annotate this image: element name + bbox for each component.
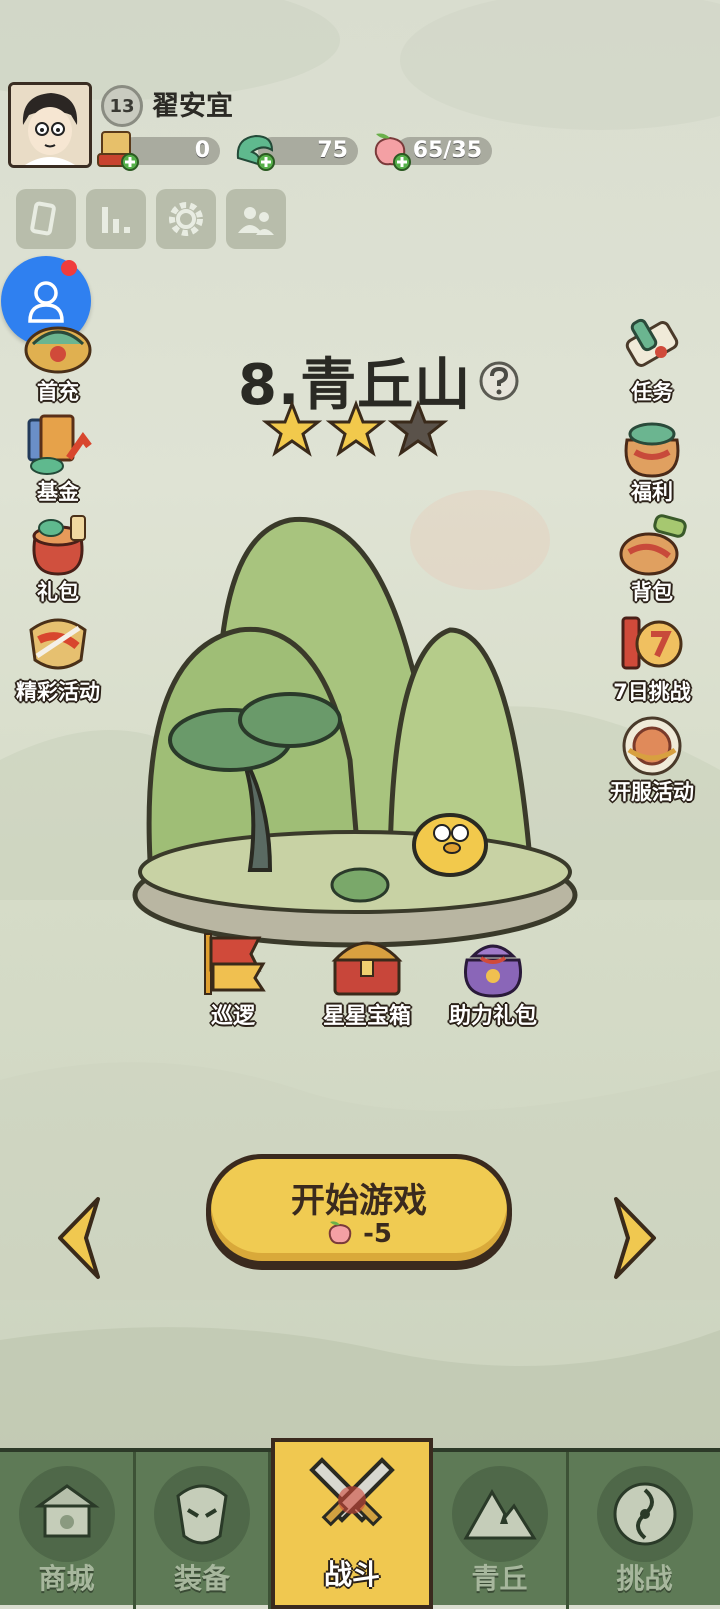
star-chest-icon: [331, 941, 403, 996]
settings-icon: [169, 202, 203, 236]
star-2-icon: [325, 400, 387, 457]
fund-icon: [27, 414, 92, 475]
prev-stage-arrow-icon[interactable]: [54, 1195, 104, 1281]
challenge-icon: [596, 1466, 693, 1562]
right-menu-server-launch[interactable]: 开服活动: [602, 710, 702, 806]
nav-tab-battle[interactable]: 战斗: [271, 1438, 433, 1609]
start-cost: -5: [211, 1219, 507, 1249]
seven-day-challenge-icon: [621, 616, 683, 670]
cards-button[interactable]: [16, 189, 76, 249]
help-icon[interactable]: [478, 360, 520, 402]
next-stage-arrow-icon[interactable]: [610, 1195, 660, 1281]
start-game-button[interactable]: 开始游戏 -5: [206, 1154, 512, 1266]
gift-bag-icon: [32, 515, 86, 576]
ranking-icon: [102, 207, 130, 233]
left-menu-events[interactable]: 精彩活动: [8, 610, 108, 706]
jade-dragon-icon[interactable]: [232, 128, 278, 172]
first-recharge-icon: [24, 326, 92, 374]
nav-tab-qingqiu[interactable]: 青丘: [433, 1452, 569, 1609]
battle-swords-icon: [309, 1457, 395, 1527]
left-menu-first-recharge[interactable]: 首充: [8, 310, 108, 406]
server-launch-icon: [622, 716, 682, 776]
scroll-ticket-icon[interactable]: [94, 128, 140, 172]
start-game-label: 开始游戏: [291, 1181, 427, 1221]
peach-cost-icon: [328, 1221, 352, 1245]
task-scroll-icon: [625, 318, 679, 367]
backpack-icon: [619, 514, 687, 576]
left-menu-fund[interactable]: 基金: [8, 410, 108, 506]
bottom-navigation: 商城 装备 战斗 青丘 挑战: [0, 1438, 720, 1609]
assist-gift-button[interactable]: 助力礼包: [428, 930, 558, 1030]
friends-button[interactable]: [226, 189, 286, 249]
right-menu-welfare[interactable]: 福利: [602, 410, 702, 506]
cards-icon: [30, 201, 56, 236]
shop-icon: [18, 1466, 115, 1562]
right-menu-task[interactable]: 任务: [602, 310, 702, 406]
qingqiu-mountain-icon: [451, 1466, 548, 1562]
nav-tab-equipment[interactable]: 装备: [136, 1452, 271, 1609]
left-menu-gift-bag[interactable]: 礼包: [8, 510, 108, 606]
right-menu-seven-day[interactable]: 7日挑战: [602, 610, 702, 706]
peach-stamina-icon[interactable]: [368, 128, 414, 172]
player-level-badge: 13: [101, 85, 143, 127]
welfare-bag-icon: [624, 422, 680, 478]
player-name: 翟安宜: [152, 91, 233, 122]
equipment-icon: [154, 1466, 250, 1562]
assist-gift-icon: [464, 944, 522, 998]
right-menu-backpack[interactable]: 背包: [602, 510, 702, 606]
friends-icon: [238, 207, 274, 235]
stage-stars: [262, 400, 449, 457]
star-1-icon: [262, 400, 323, 457]
events-icon: [29, 618, 87, 670]
nav-tab-challenge[interactable]: 挑战: [569, 1452, 720, 1609]
ranking-button[interactable]: [86, 189, 146, 249]
patrol-flag-icon: [204, 933, 266, 995]
star-3-icon: [387, 400, 449, 457]
patrol-button[interactable]: 巡逻: [168, 930, 298, 1030]
notification-dot: [61, 260, 77, 276]
nav-tab-shop[interactable]: 商城: [0, 1452, 136, 1609]
player-avatar[interactable]: [8, 82, 92, 168]
settings-button[interactable]: [156, 189, 216, 249]
